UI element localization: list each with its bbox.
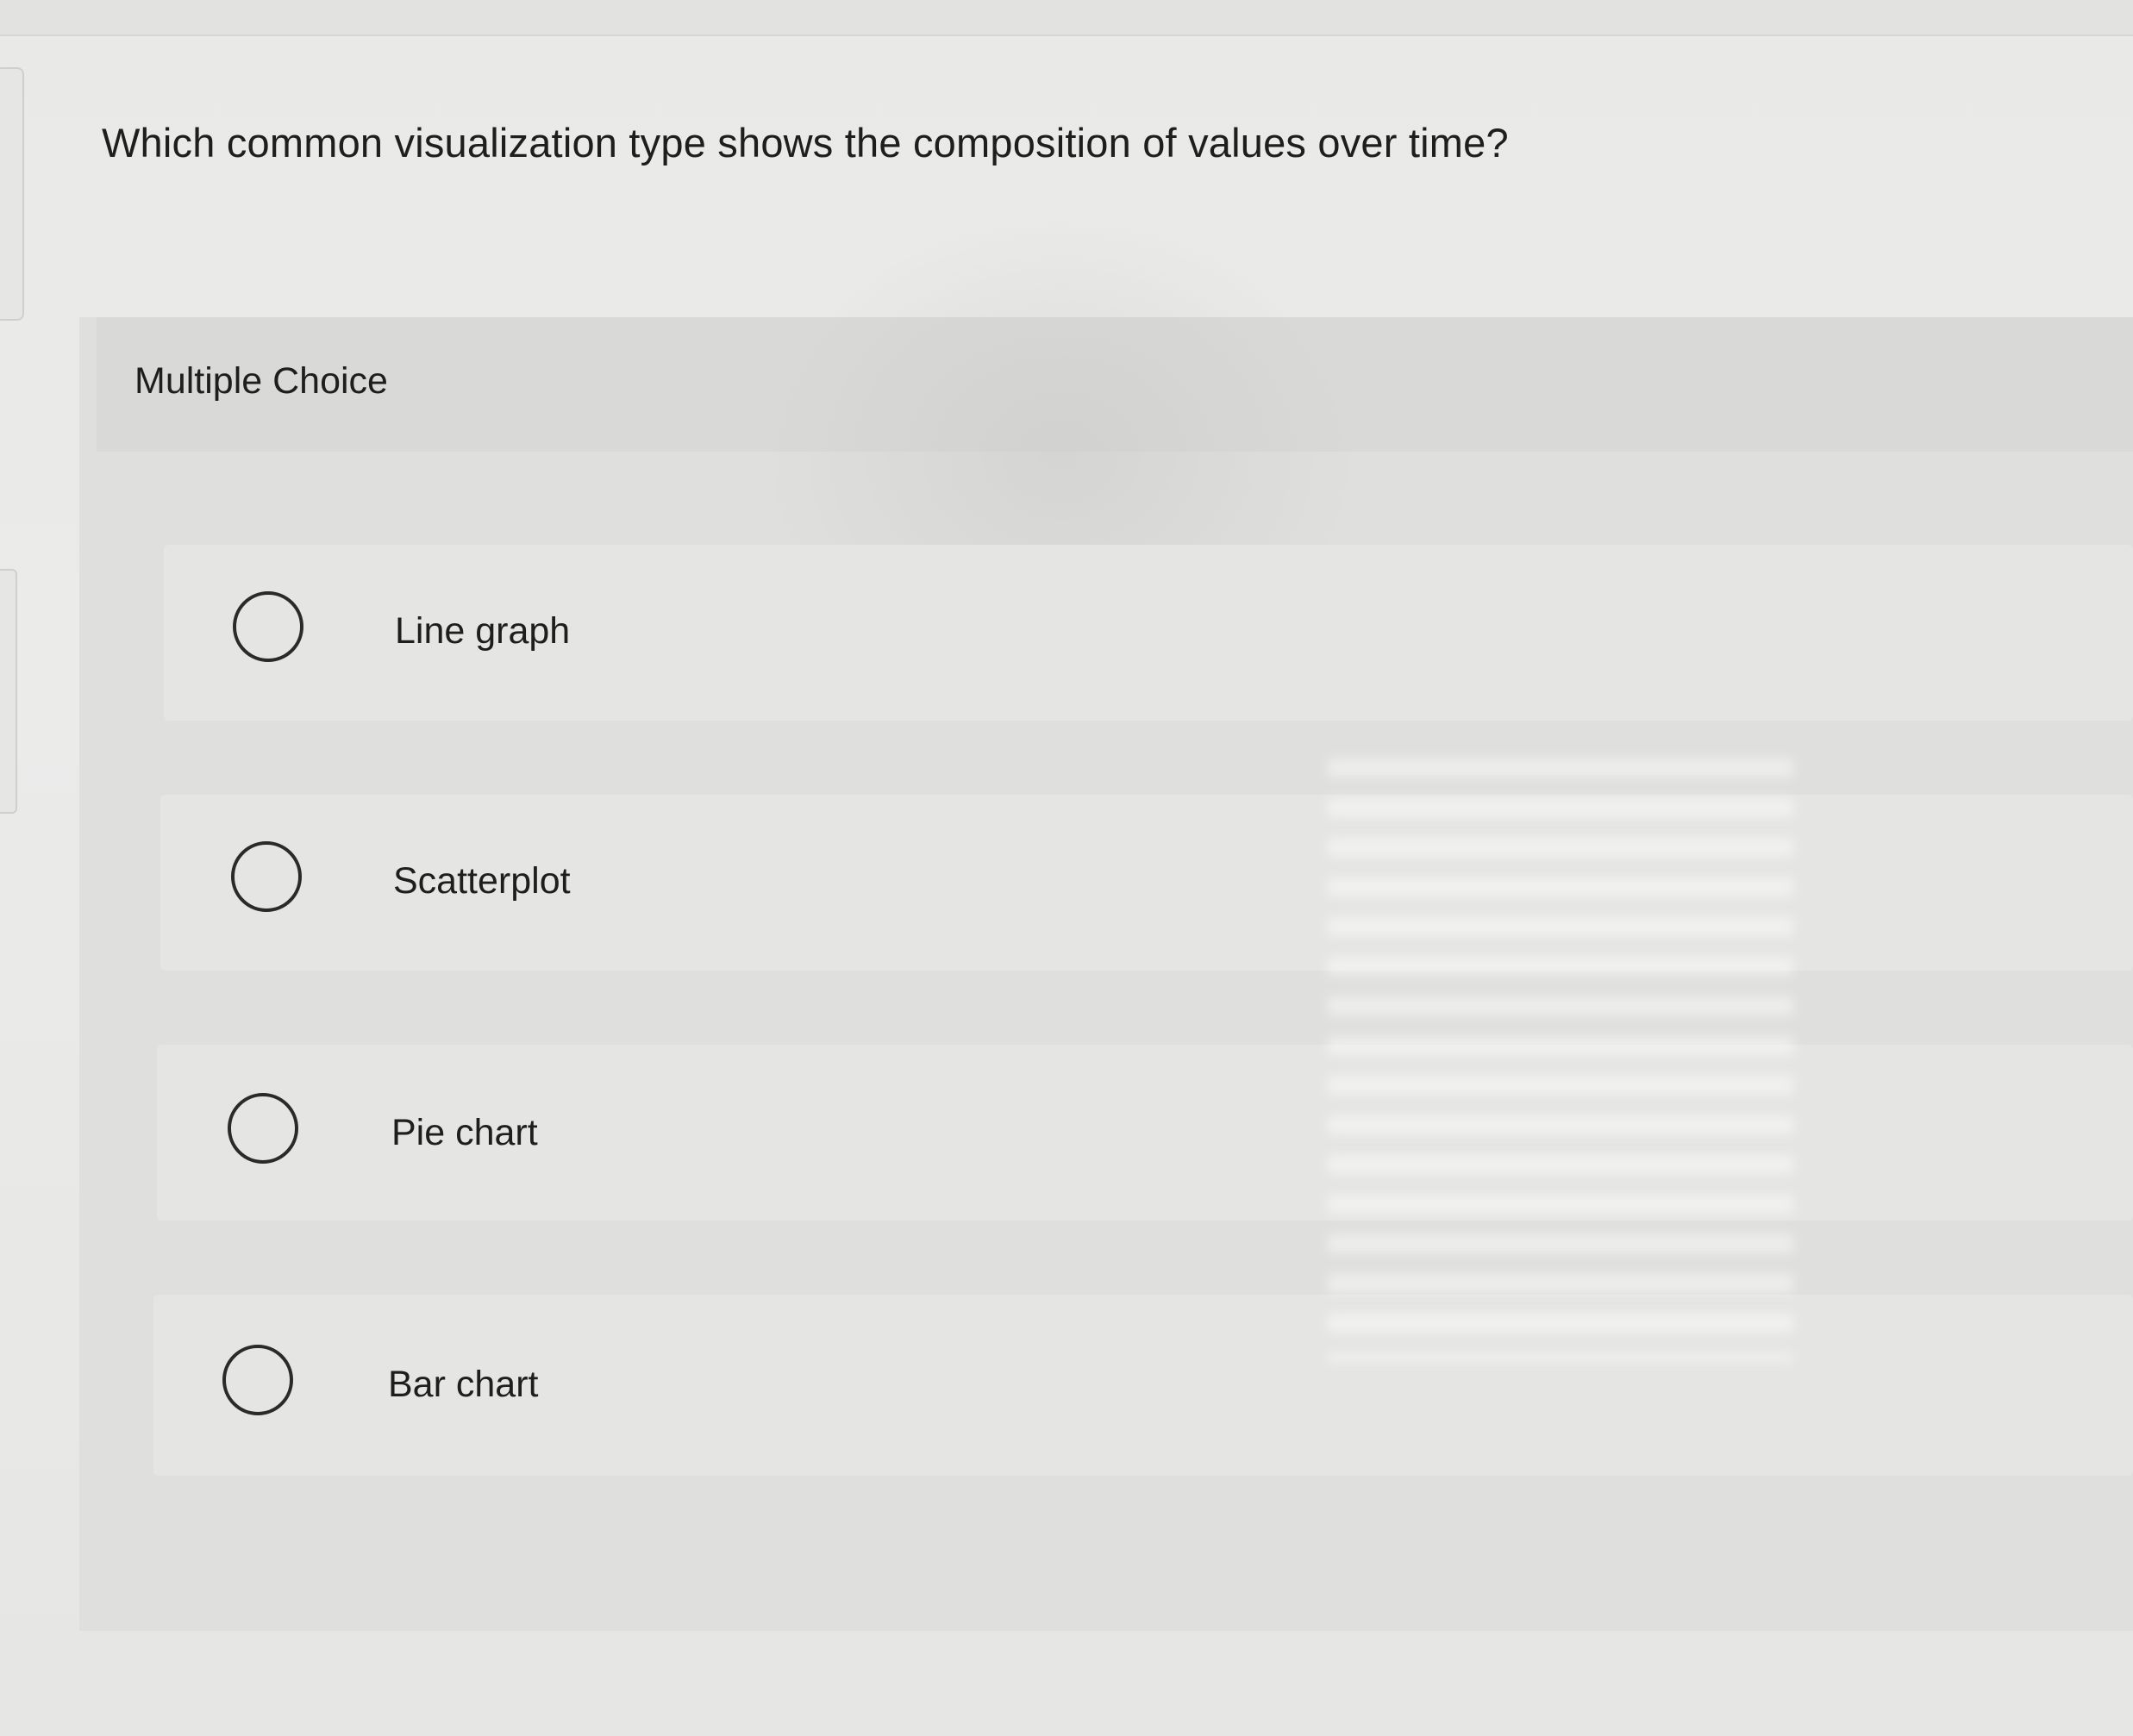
- answer-option-line-graph[interactable]: Line graph: [164, 545, 2133, 721]
- answer-option-label: Line graph: [395, 610, 571, 652]
- top-divider: [0, 0, 2133, 36]
- answer-option-label: Bar chart: [388, 1364, 539, 1405]
- radio-button-icon[interactable]: [228, 1093, 298, 1164]
- left-panel-edge: [0, 67, 24, 321]
- answer-option-pie-chart[interactable]: Pie chart: [157, 1045, 2133, 1221]
- answer-option-bar-chart[interactable]: Bar chart: [153, 1295, 2133, 1476]
- answer-option-label: Pie chart: [391, 1112, 538, 1153]
- quiz-page: Which common visualization type shows th…: [0, 0, 2133, 1736]
- radio-button-icon[interactable]: [222, 1345, 293, 1415]
- answer-option-scatterplot[interactable]: Scatterplot: [160, 795, 2133, 971]
- left-panel-edge-lower: [0, 569, 17, 814]
- screen-glare: [1328, 759, 1793, 1362]
- question-text: Which common visualization type shows th…: [102, 120, 1509, 165]
- radio-button-icon[interactable]: [233, 591, 303, 662]
- question-type-label: Multiple Choice: [134, 360, 388, 402]
- radio-button-icon[interactable]: [231, 841, 302, 912]
- answer-option-label: Scatterplot: [393, 860, 571, 902]
